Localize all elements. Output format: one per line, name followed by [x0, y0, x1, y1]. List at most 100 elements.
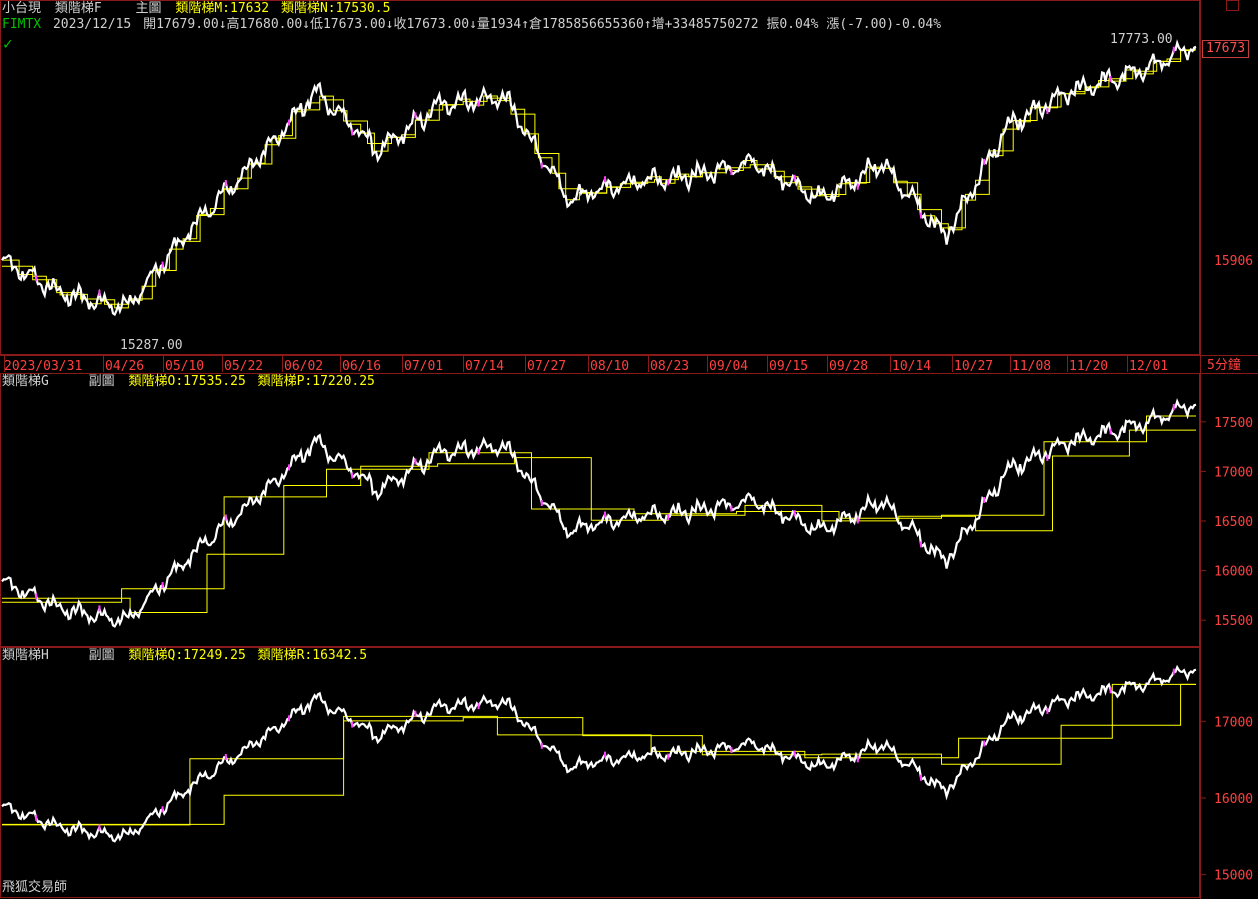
main-signal-mark [1109, 75, 1112, 82]
sub2-signal-mark [477, 703, 480, 710]
sub2-step-line-1 [2, 683, 1196, 825]
main-signal-mark [1172, 46, 1175, 53]
sub1-signal-mark [351, 472, 354, 479]
main-signal-mark [793, 174, 796, 181]
main-price-line [1, 39, 1197, 317]
sub1-signal-mark [793, 510, 796, 517]
amplitude: 振0.04% [766, 17, 819, 32]
chart-canvas: 2023/03/31 04/26 05/10 05/22 06/02 06/16 07/01… [0, 0, 1258, 899]
sub1-indicator-name: 類階梯G [2, 374, 49, 389]
main-step-line-0 [2, 48, 1196, 309]
last-price-tag: 17673 [1202, 40, 1250, 58]
main-signal-mark [667, 179, 670, 186]
main-indicator-name: 類階梯F [54, 1, 102, 16]
main-signal-mark [920, 212, 922, 219]
indicator-n-value: 類階梯N:17530.5 [280, 1, 391, 16]
sub1-price-line [1, 398, 1197, 628]
main-signal-mark [1046, 108, 1049, 114]
main-signal-mark [35, 275, 38, 282]
main-signal-mark [288, 119, 290, 126]
date-label: 06/02 [284, 359, 323, 374]
sub2-signal-mark [540, 742, 543, 749]
sub1-y-label: 15500 [1214, 614, 1253, 629]
main-signal-mark [730, 169, 733, 176]
indicator-o-value: 類階梯O:17535.25 [128, 374, 246, 389]
main-chart-label: 主圖 [135, 1, 162, 16]
sub1-y-label: 16500 [1214, 515, 1253, 530]
sub2-signal-mark [604, 751, 606, 758]
sub1-signal-mark [730, 505, 733, 512]
sub1-signal-mark [224, 514, 227, 521]
date-label: 11/08 [1012, 359, 1051, 374]
sub2-signal-mark [667, 753, 670, 760]
main-signal-mark [856, 183, 859, 190]
sub1-signal-mark [540, 500, 543, 506]
main-signal-mark [161, 261, 164, 268]
date-label: 09/04 [709, 359, 748, 374]
period-selector[interactable]: 5分鐘 [1207, 358, 1241, 374]
sub2-signal-mark [414, 710, 417, 717]
sub1-y-label: 17000 [1214, 465, 1253, 480]
main-signal-mark [983, 158, 986, 165]
sub2-signal-mark [98, 824, 101, 831]
date-label: 07/27 [527, 359, 566, 374]
indicator-p-value: 類階梯P:17220.25 [257, 374, 375, 389]
date-label: 04/26 [105, 359, 144, 374]
main-signal-mark [224, 180, 227, 186]
sub2-y-label: 17000 [1214, 715, 1253, 730]
watermark: 飛狐交易師 [2, 880, 68, 895]
date-label: 10/14 [892, 359, 931, 374]
date-label: 10/27 [954, 359, 993, 374]
sub2-y-label: 15000 [1214, 869, 1253, 884]
high-price: 高17680.00 [226, 17, 303, 32]
sub1-signal-mark [604, 511, 606, 518]
symbol-code: FIMTX [2, 17, 42, 32]
sub2-signal-mark [856, 756, 859, 763]
check-icon[interactable]: ✓ [3, 36, 13, 52]
date-label: 05/10 [165, 359, 204, 374]
date-label: 12/01 [1129, 359, 1168, 374]
sub2-signal-mark [224, 754, 227, 760]
main-y-label: 15906 [1214, 254, 1254, 269]
sub2-signal-mark [351, 721, 354, 728]
restore-window-icon [1226, 0, 1239, 11]
main-signal-mark [351, 129, 354, 136]
sub2-signal-mark [793, 750, 796, 757]
date-label: 09/15 [769, 359, 808, 374]
sub2-panel-frame [0, 647, 1200, 898]
sub2-chart-label: 副圖 [88, 648, 115, 663]
indicator-r-value: 類階梯R:16342.5 [257, 648, 368, 663]
quote-date: 2023/12/15 [52, 17, 132, 32]
sub2-signal-mark [1109, 687, 1112, 694]
main-step-line-1 [2, 49, 1196, 305]
sub1-signal-mark [288, 464, 290, 471]
date-label: 08/10 [590, 359, 629, 374]
date-label: 11/20 [1069, 359, 1108, 374]
sub2-signal-mark [920, 774, 922, 781]
sub2-y-label: 16000 [1214, 792, 1253, 807]
sub1-panel-frame [0, 373, 1200, 647]
high-marker-label: 17773.00 [1110, 32, 1173, 47]
main-signal-mark [477, 100, 480, 107]
price-change: 漲(-7.00)-0.04% [826, 17, 942, 32]
close-price: 收17673.00 [393, 17, 470, 32]
date-label: 2023/03/31 [4, 359, 82, 374]
sub1-signal-mark [983, 497, 986, 503]
low-price: 低17673.00 [309, 17, 386, 32]
sub2-signal-mark [983, 740, 986, 747]
sub1-signal-mark [414, 458, 417, 465]
sub2-price-line [1, 664, 1197, 843]
sub1-signal-mark [667, 514, 670, 520]
open-price: 開17679.00 [143, 17, 219, 32]
sub1-step-line-0 [2, 415, 1196, 603]
sub1-signal-mark [1172, 404, 1175, 410]
main-panel-frame [0, 0, 1200, 355]
sub1-signal-mark [920, 541, 922, 548]
date-label: 05/22 [224, 359, 263, 374]
low-marker-label: 15287.00 [120, 338, 183, 353]
date-label: 09/28 [829, 359, 868, 374]
sub2-signal-mark [1172, 668, 1175, 675]
volume: 量1934 [476, 17, 522, 32]
sub1-signal-mark [1046, 454, 1049, 461]
sub1-signal-mark [161, 582, 164, 589]
